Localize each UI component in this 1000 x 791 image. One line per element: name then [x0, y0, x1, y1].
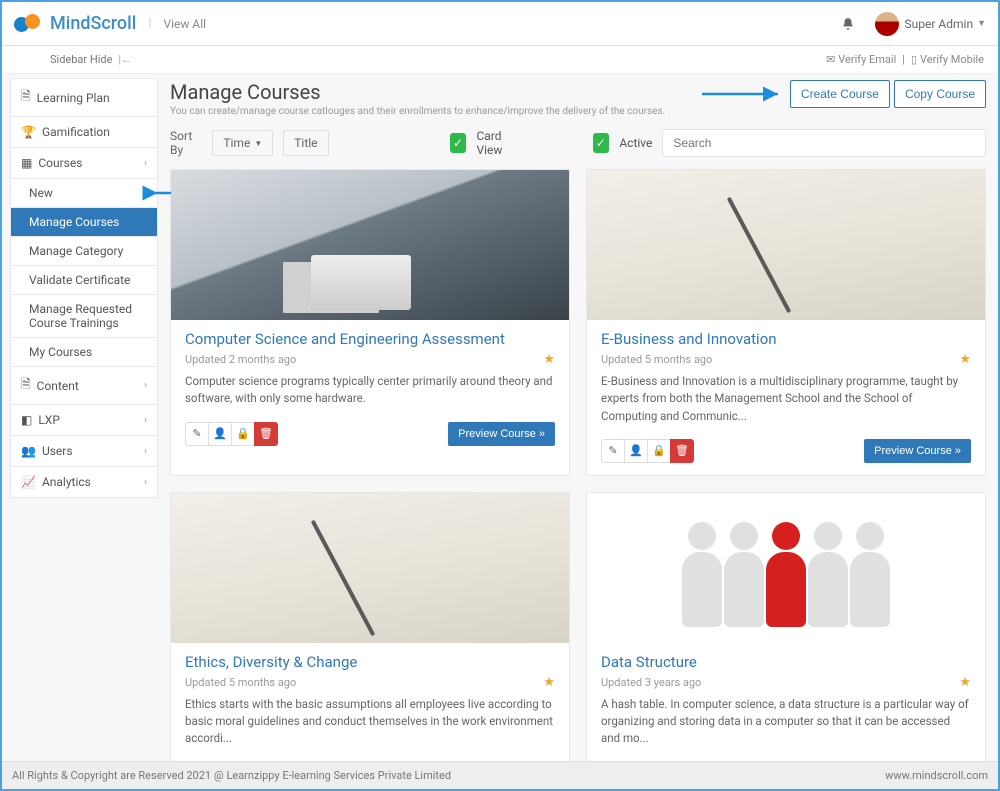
course-title[interactable]: Data Structure	[601, 653, 971, 671]
lock-button[interactable]: 🔒	[231, 422, 255, 446]
arrow-left-icon[interactable]: |←	[118, 53, 132, 66]
course-image	[587, 493, 985, 643]
course-updated: Updated 3 years ago	[601, 676, 701, 689]
preview-course-button[interactable]: Preview Course »	[864, 439, 971, 463]
sidebar-sub-manage-category[interactable]: Manage Category	[10, 236, 158, 266]
course-image	[171, 170, 569, 320]
verify-mobile-link[interactable]: ▯ Verify Mobile	[911, 53, 984, 66]
course-image	[587, 170, 985, 320]
sidebar-item-users[interactable]: 👥Users›	[10, 435, 158, 467]
create-course-button[interactable]: Create Course	[790, 80, 890, 108]
sidebar-sub-new[interactable]: New	[10, 178, 158, 208]
grid-icon: ▦	[21, 156, 32, 170]
footer-link[interactable]: www.mindscroll.com	[885, 769, 988, 782]
annotation-arrow-create	[700, 87, 785, 101]
sidebar-item-content[interactable]: 🗎Content›	[10, 366, 158, 405]
chevron-right-icon: ›	[144, 477, 147, 488]
course-updated: Updated 2 months ago	[185, 353, 296, 366]
course-card: Computer Science and Engineering Assessm…	[170, 169, 570, 476]
course-updated: Updated 5 months ago	[185, 676, 296, 689]
search-input[interactable]	[662, 129, 986, 157]
sidebar-item-analytics[interactable]: 📈Analytics›	[10, 466, 158, 498]
caret-down-icon[interactable]: ▼	[977, 18, 986, 29]
sidebar-hide-button[interactable]: Sidebar Hide	[50, 53, 112, 66]
chart-icon: 📈	[21, 475, 36, 489]
file-icon: 🗎	[21, 375, 31, 396]
course-title[interactable]: Ethics, Diversity & Change	[185, 653, 555, 671]
card-view-checkbox[interactable]: ✓	[450, 133, 467, 153]
square-icon: ◧	[21, 413, 32, 427]
chevron-right-icon: ›	[144, 415, 147, 426]
course-title[interactable]: E-Business and Innovation	[601, 330, 971, 348]
delete-button[interactable]: 🗑	[670, 439, 694, 463]
card-view-label: Card View	[476, 129, 521, 157]
verify-email-link[interactable]: ✉ Verify Email	[826, 53, 896, 66]
course-card: Ethics, Diversity & Change Updated 5 mon…	[170, 492, 570, 761]
star-icon[interactable]: ★	[543, 352, 555, 367]
course-description: Computer science programs typically cent…	[185, 373, 555, 408]
view-all-link[interactable]: View All	[164, 17, 207, 31]
user-button[interactable]: 👤	[624, 439, 648, 463]
user-button[interactable]: 👤	[208, 422, 232, 446]
star-icon[interactable]: ★	[959, 675, 971, 690]
course-card: Data Structure Updated 3 years ago ★ A h…	[586, 492, 986, 761]
course-description: E-Business and Innovation is a multidisc…	[601, 373, 971, 425]
sidebar-sub-manage-requested[interactable]: Manage Requested Course Trainings	[10, 294, 158, 338]
preview-course-button[interactable]: Preview Course »	[448, 422, 555, 446]
sidebar-sub-validate-certificate[interactable]: Validate Certificate	[10, 265, 158, 295]
course-grid: Computer Science and Engineering Assessm…	[170, 169, 986, 761]
sidebar-sub-manage-courses[interactable]: Manage Courses	[10, 207, 158, 237]
avatar[interactable]	[875, 12, 899, 36]
bell-icon[interactable]	[841, 17, 855, 31]
copy-course-button[interactable]: Copy Course	[894, 80, 986, 108]
sidebar-item-courses[interactable]: ▦Courses›	[10, 147, 158, 179]
username[interactable]: Super Admin	[905, 17, 974, 31]
sidebar-sub-my-courses[interactable]: My Courses	[10, 337, 158, 367]
course-description: A hash table. In computer science, a dat…	[601, 696, 971, 748]
course-updated: Updated 5 months ago	[601, 353, 712, 366]
sidebar-item-gamification[interactable]: 🏆Gamification	[10, 116, 158, 148]
file-icon: 🗎	[21, 87, 31, 108]
users-icon: 👥	[21, 444, 36, 458]
course-description: Ethics starts with the basic assumptions…	[185, 696, 555, 748]
chevron-right-icon: ›	[144, 380, 147, 391]
sort-time-button[interactable]: Time ▼	[212, 130, 273, 156]
page-subtitle: You can create/manage course catlouges a…	[170, 106, 665, 117]
course-image	[171, 493, 569, 643]
main-content: Manage Courses You can create/manage cou…	[158, 74, 998, 761]
chevron-right-icon: ›	[144, 158, 147, 169]
active-label: Active	[619, 136, 652, 150]
chevron-right-icon: ›	[144, 446, 147, 457]
star-icon[interactable]: ★	[959, 352, 971, 367]
course-card: E-Business and Innovation Updated 5 mont…	[586, 169, 986, 476]
sort-by-label: Sort By	[170, 129, 202, 157]
edit-button[interactable]: ✎	[185, 422, 209, 446]
sort-title-button[interactable]: Title	[283, 130, 328, 156]
topbar: MindScroll | View All Super Admin ▼	[2, 2, 998, 46]
brand-name: MindScroll	[50, 13, 136, 34]
active-checkbox[interactable]: ✓	[593, 133, 610, 153]
logo[interactable]: MindScroll	[14, 13, 136, 34]
star-icon[interactable]: ★	[543, 675, 555, 690]
sidebar-item-lxp[interactable]: ◧LXP›	[10, 404, 158, 436]
sidebar: 🗎Learning Plan 🏆Gamification ▦Courses› N…	[2, 74, 158, 761]
sidebar-toggle-bar: Sidebar Hide |← ✉ Verify Email | ▯ Verif…	[2, 46, 998, 74]
lock-button[interactable]: 🔒	[647, 439, 671, 463]
sidebar-item-learning-plan[interactable]: 🗎Learning Plan	[10, 78, 158, 117]
course-title[interactable]: Computer Science and Engineering Assessm…	[185, 330, 555, 348]
page-title: Manage Courses	[170, 80, 665, 104]
delete-button[interactable]: 🗑	[254, 422, 278, 446]
filters-row: Sort By Time ▼ Title ✓ Card View ✓ Activ…	[170, 129, 986, 157]
trophy-icon: 🏆	[21, 125, 36, 139]
footer: All Rights & Copyright are Reserved 2021…	[2, 761, 998, 789]
caret-down-icon: ▼	[254, 139, 262, 148]
edit-button[interactable]: ✎	[601, 439, 625, 463]
footer-copyright: All Rights & Copyright are Reserved 2021…	[12, 769, 451, 782]
logo-icon	[14, 14, 42, 34]
